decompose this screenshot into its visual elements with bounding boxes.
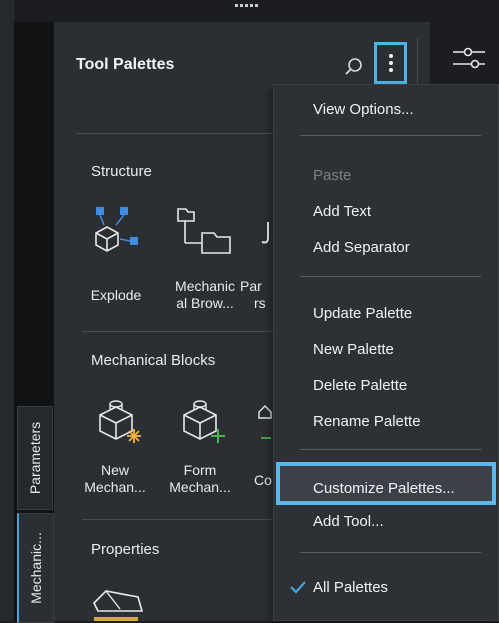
tool-label-line: Par	[240, 278, 262, 294]
more-dot	[388, 54, 393, 58]
tool-label-line: Form	[183, 462, 217, 478]
tab-mechanical[interactable]: Mechanic...	[17, 513, 54, 623]
tool-label-component: Co	[254, 472, 274, 489]
tool-label-form-mechanical: Form Mechan...	[160, 462, 240, 496]
section-divider	[82, 331, 274, 332]
panel-drag-grip[interactable]	[226, 4, 266, 10]
menu-item-customize-palettes[interactable]: Customize Palettes...	[313, 480, 455, 497]
properties-tool-icon[interactable]	[90, 583, 146, 621]
menu-item-add-separator[interactable]: Add Separator	[313, 239, 410, 256]
tool-label-new-mechanical: New Mechan...	[75, 462, 155, 496]
tab-parameters[interactable]: Parameters	[17, 406, 53, 510]
check-icon	[290, 581, 306, 594]
menu-item-update-palette[interactable]: Update Palette	[313, 305, 412, 322]
tool-label-line: Mechan...	[84, 479, 146, 495]
menu-separator	[300, 552, 481, 553]
menu-item-view-options[interactable]: View Options...	[313, 101, 414, 118]
tool-label-line: al Brow...	[176, 295, 234, 311]
search-icon[interactable]	[343, 56, 365, 78]
new-mechanical-block-icon[interactable]	[90, 397, 146, 447]
menu-item-new-palette[interactable]: New Palette	[313, 341, 394, 358]
sliders-icon[interactable]	[451, 43, 487, 73]
tool-label-line: New	[100, 462, 129, 478]
menu-item-all-palettes[interactable]: All Palettes	[313, 579, 388, 596]
more-dot	[388, 68, 393, 72]
menu-separator	[300, 135, 481, 136]
tool-label-explode: Explode	[81, 287, 151, 304]
tool-label-line: Mechan...	[169, 479, 231, 495]
component-tool-icon[interactable]	[257, 398, 273, 442]
tool-label-mechanical-browser: Mechanic al Brow...	[165, 278, 245, 312]
section-title-structure: Structure	[91, 163, 152, 180]
menu-separator	[300, 276, 481, 277]
menu-separator	[300, 449, 481, 450]
more-dot	[388, 61, 393, 65]
menu-item-add-text[interactable]: Add Text	[313, 203, 371, 220]
page-title: Tool Palettes	[76, 56, 175, 73]
mechanical-browser-icon[interactable]	[174, 205, 234, 255]
tool-label-parameters: Par rs	[240, 278, 274, 312]
menu-item-paste: Paste	[313, 167, 352, 184]
section-divider	[76, 133, 276, 134]
menu-item-rename-palette[interactable]: Rename Palette	[313, 413, 421, 430]
menu-item-add-tool[interactable]: Add Tool...	[313, 513, 384, 530]
form-mechanical-block-icon[interactable]	[174, 397, 230, 447]
menu-item-delete-palette[interactable]: Delete Palette	[313, 377, 407, 394]
tool-label-line: Explode	[90, 287, 142, 303]
tool-label-line: rs	[254, 295, 266, 311]
section-title-properties: Properties	[91, 541, 160, 558]
tab-mechanical-label: Mechanic...	[28, 532, 44, 604]
tool-label-line: Co	[254, 472, 272, 488]
tool-label-line: Mechanic	[175, 278, 235, 294]
more-options-button[interactable]	[374, 42, 407, 84]
tab-parameters-label: Parameters	[27, 421, 43, 495]
left-edge-strip	[0, 0, 14, 621]
section-title-mechanical-blocks: Mechanical Blocks	[91, 352, 216, 369]
explode-icon[interactable]	[90, 205, 142, 255]
section-divider	[82, 519, 274, 520]
parameters-tool-icon[interactable]	[258, 218, 274, 246]
